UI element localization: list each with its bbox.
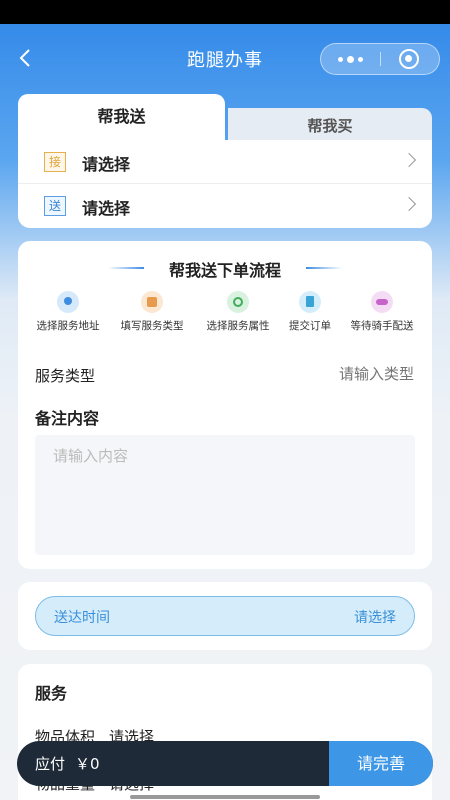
delivery-time-selector[interactable]: 送达时间 请选择 [35,596,415,636]
payable-label: 应付 [35,755,66,773]
service-type-label: 服务类型 [35,367,96,385]
flow-step: 等待骑手配送 [344,291,420,333]
flow-step: 选择服务地址 [30,291,106,333]
home-indicator [130,795,320,799]
title-decoration-line [306,267,342,269]
flow-step-label: 等待骑手配送 [350,320,414,332]
order-flow-card: 帮我送下单流程 选择服务地址 填写服务类型 选择服务属性 提交订单 等待骑手配送… [18,241,432,569]
location-icon [57,291,79,313]
status-bar [0,0,450,24]
order-type-card: 帮我买 帮我送 接 请选择 送 请选择 [18,94,432,228]
tab-send-for-me[interactable]: 帮我送 [18,94,225,146]
target-icon [227,291,249,313]
submit-button[interactable]: 请完善 [329,741,433,786]
pickup-address-value: 请选择 [82,155,131,174]
chevron-right-icon [401,152,417,168]
flow-title: 帮我送下单流程 [168,261,281,280]
flow-step: 提交订单 [272,291,348,333]
chevron-right-icon [401,196,417,212]
more-button[interactable] [321,44,380,74]
remark-title: 备注内容 [35,409,100,428]
flow-step-label: 选择服务地址 [36,320,100,332]
nav-bar: 跑腿办事 [0,24,450,94]
delivery-time-value: 请选择 [354,610,396,626]
payable-amount: 应付 ￥0 [35,753,100,774]
flow-step-label: 选择服务属性 [206,320,270,332]
dot-icon [347,55,354,63]
capsule-divider [380,52,381,66]
miniapp-capsule [320,43,440,75]
service-type-input[interactable] [274,365,414,383]
address-section: 接 请选择 送 请选择 [18,140,432,228]
delivery-address-row[interactable]: 送 请选择 [18,184,432,228]
delivery-address-value: 请选择 [82,199,131,218]
payable-value: ￥0 [75,755,100,773]
remark-textarea[interactable] [35,435,415,555]
flow-step: 选择服务属性 [200,291,276,333]
flow-step-label: 提交订单 [289,320,331,332]
flow-step-label: 填写服务类型 [120,320,184,332]
pickup-tag: 接 [44,152,66,172]
delivery-tag: 送 [44,196,66,216]
scooter-icon [371,291,393,313]
delivery-time-card: 送达时间 请选择 [18,582,432,650]
service-title: 服务 [35,684,68,703]
dot-icon [338,56,343,62]
document-icon [299,291,321,313]
checkout-bar: 应付 ￥0 请完善 [17,741,433,786]
pickup-address-row[interactable]: 接 请选择 [18,140,432,184]
close-miniapp-button[interactable] [399,49,419,69]
dot-icon [358,56,363,62]
flow-step: 填写服务类型 [114,291,190,333]
edit-icon [141,291,163,313]
delivery-time-label: 送达时间 [54,610,110,626]
